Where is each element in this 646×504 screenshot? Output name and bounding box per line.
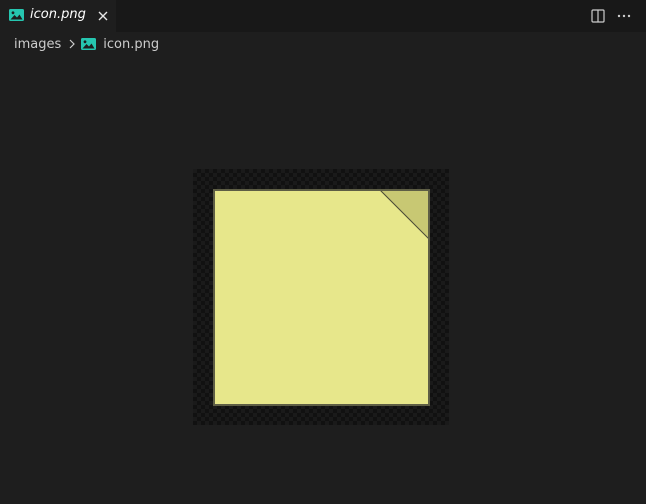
tab-bar: icon.png bbox=[0, 0, 646, 32]
split-editor-icon[interactable] bbox=[590, 8, 606, 24]
sticky-note-body bbox=[214, 190, 429, 405]
image-preview[interactable] bbox=[193, 169, 449, 425]
tab-label: icon.png bbox=[30, 7, 86, 22]
editor-actions bbox=[590, 7, 632, 25]
image-file-icon bbox=[9, 9, 24, 21]
breadcrumb-folder[interactable]: images bbox=[14, 37, 61, 52]
more-actions-icon[interactable] bbox=[616, 8, 632, 24]
breadcrumb: images icon.png bbox=[14, 34, 159, 54]
sticky-note-image bbox=[213, 189, 430, 406]
chevron-right-icon bbox=[69, 39, 76, 49]
image-preview-window: icon.png images icon.png bbox=[0, 0, 646, 504]
image-file-icon bbox=[81, 38, 97, 50]
breadcrumb-file[interactable]: icon.png bbox=[103, 37, 159, 52]
tab-icon-png[interactable]: icon.png bbox=[0, 0, 116, 32]
close-icon[interactable] bbox=[95, 8, 111, 24]
